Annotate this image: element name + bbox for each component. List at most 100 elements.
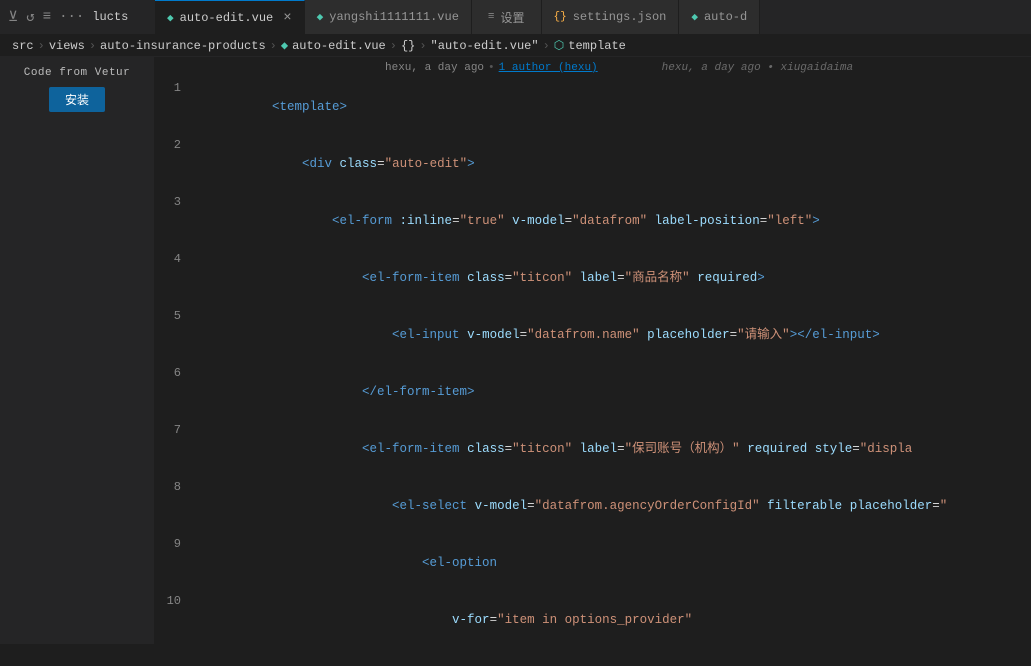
code-line: 8 <el-select v-model="datafrom.agencyOrd…: [155, 478, 1031, 535]
tab-label: yangshi1111111.vue: [329, 10, 459, 24]
install-button[interactable]: 安装: [49, 87, 105, 112]
token: [272, 214, 332, 228]
line-content: v-for="item in options_provider": [197, 592, 1031, 644]
refresh-icon[interactable]: ↺: [26, 9, 34, 26]
token: class: [467, 442, 505, 456]
settings-text-icon: ≡: [488, 11, 495, 23]
line-content: <div class="auto-edit">: [197, 136, 1031, 193]
line-number: 5: [155, 307, 197, 326]
token: ": [940, 499, 948, 513]
token: [572, 442, 580, 456]
more-icon[interactable]: ···: [59, 9, 84, 25]
tab-label: settings.json: [573, 10, 667, 24]
token: "datafrom.name": [527, 328, 640, 342]
list-icon[interactable]: ≡: [43, 9, 51, 25]
token: [272, 385, 362, 399]
token: [572, 271, 580, 285]
token: =: [505, 442, 513, 456]
token: [807, 442, 815, 456]
token: </el-form-item>: [362, 385, 475, 399]
blame-count: 1 author (hexu): [499, 62, 598, 74]
breadcrumb-file[interactable]: auto-edit.vue: [292, 39, 386, 53]
sidebar-title: Code from Vetur: [24, 67, 131, 79]
editor-toolbar: ⊻ ↺ ≡ ··· lucts: [0, 9, 155, 26]
line-number: 1: [155, 79, 197, 98]
breadcrumb-views[interactable]: views: [49, 39, 85, 53]
blame-hint: hexu, a day ago • xiugaidaima: [662, 62, 853, 74]
line-number: 7: [155, 421, 197, 440]
blame-separator: •: [488, 62, 495, 74]
line-content: <el-select v-model="datafrom.agencyOrder…: [197, 478, 1031, 535]
token: <div: [302, 157, 340, 171]
token: "datafrom": [572, 214, 647, 228]
sep2: ›: [89, 39, 96, 53]
token: [647, 214, 655, 228]
token: [272, 556, 422, 570]
code-line: 3 <el-form :inline="true" v-model="dataf…: [155, 193, 1031, 250]
breadcrumb-folder[interactable]: auto-insurance-products: [100, 39, 266, 53]
blame-line: hexu, a day ago • 1 author (hexu) hexu, …: [155, 57, 1031, 79]
tab-settings-cn[interactable]: ≡ 设置: [472, 0, 542, 35]
sep6: ›: [543, 39, 550, 53]
tab-label: auto-d: [704, 10, 747, 24]
json-icon: {}: [554, 11, 567, 23]
tab-auto-d[interactable]: ◆ auto-d: [679, 0, 760, 35]
code-line: 1 <template>: [155, 79, 1031, 136]
tab-label: auto-edit.vue: [180, 11, 274, 25]
token: [640, 328, 648, 342]
token: =: [520, 328, 528, 342]
blame-author: hexu, a day ago: [385, 62, 484, 74]
line-content: <el-form-item class="titcon" label="保司账号…: [197, 421, 1031, 478]
line-number: 10: [155, 592, 197, 611]
breadcrumb-vue-icon: ◆: [281, 38, 288, 53]
line-number: 4: [155, 250, 197, 269]
token: =: [565, 214, 573, 228]
sep4: ›: [390, 39, 397, 53]
breadcrumb-template[interactable]: template: [568, 39, 626, 53]
explorer-label: lucts: [92, 10, 128, 24]
token: =: [932, 499, 940, 513]
breadcrumb-src[interactable]: src: [12, 39, 34, 53]
filter-icon[interactable]: ⊻: [8, 9, 18, 26]
token: <el-form-item: [362, 271, 467, 285]
breadcrumb: src › views › auto-insurance-products › …: [0, 35, 1031, 57]
token: <el-select: [392, 499, 475, 513]
line-number: 9: [155, 535, 197, 554]
token: label: [580, 271, 618, 285]
vue-icon: ◆: [317, 10, 324, 24]
tab-yangshi[interactable]: ◆ yangshi1111111.vue: [305, 0, 472, 35]
main-area: Code from Vetur 安装 hexu, a day ago • 1 a…: [0, 57, 1031, 644]
token: [272, 157, 302, 171]
token: [505, 214, 513, 228]
token: "titcon": [512, 271, 572, 285]
tab-label: 设置: [501, 9, 525, 26]
token: ></el-input>: [790, 328, 880, 342]
code-line: 10 v-for="item in options_provider": [155, 592, 1031, 644]
breadcrumb-braces[interactable]: {}: [401, 39, 415, 53]
code-line: 9 <el-option: [155, 535, 1031, 592]
tab-auto-edit[interactable]: ◆ auto-edit.vue ×: [155, 0, 305, 35]
token: <el-input: [392, 328, 467, 342]
line-number: 3: [155, 193, 197, 212]
breadcrumb-quoted-file[interactable]: "auto-edit.vue": [431, 39, 539, 53]
token: =: [852, 442, 860, 456]
token: required: [747, 442, 807, 456]
token: [842, 499, 850, 513]
token: [272, 499, 392, 513]
sep5: ›: [419, 39, 426, 53]
vue-icon: ◆: [167, 11, 174, 25]
token: >: [467, 157, 475, 171]
code-line: 2 <div class="auto-edit">: [155, 136, 1031, 193]
editor[interactable]: hexu, a day ago • 1 author (hexu) hexu, …: [155, 57, 1031, 644]
token: required: [697, 271, 757, 285]
token: placeholder: [647, 328, 730, 342]
token: v-for: [452, 613, 490, 627]
token: "true": [460, 214, 505, 228]
tab-close-icon[interactable]: ×: [283, 10, 291, 26]
token: "auto-edit": [385, 157, 468, 171]
token: v-model: [467, 328, 520, 342]
sep1: ›: [38, 39, 45, 53]
token: =: [452, 214, 460, 228]
token: =: [505, 271, 513, 285]
tab-settings-json[interactable]: {} settings.json: [542, 0, 680, 35]
